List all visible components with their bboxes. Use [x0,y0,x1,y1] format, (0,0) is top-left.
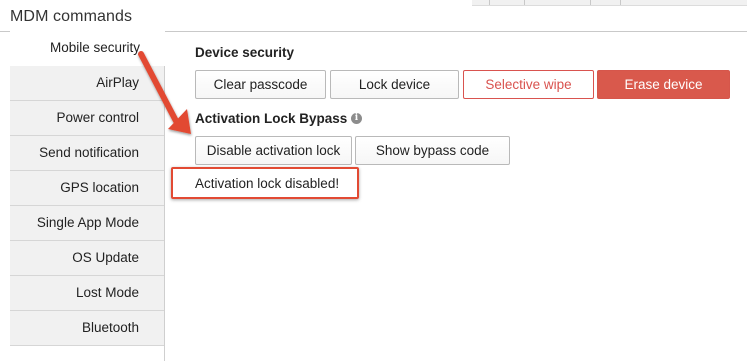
annotation-arrow [138,51,191,134]
